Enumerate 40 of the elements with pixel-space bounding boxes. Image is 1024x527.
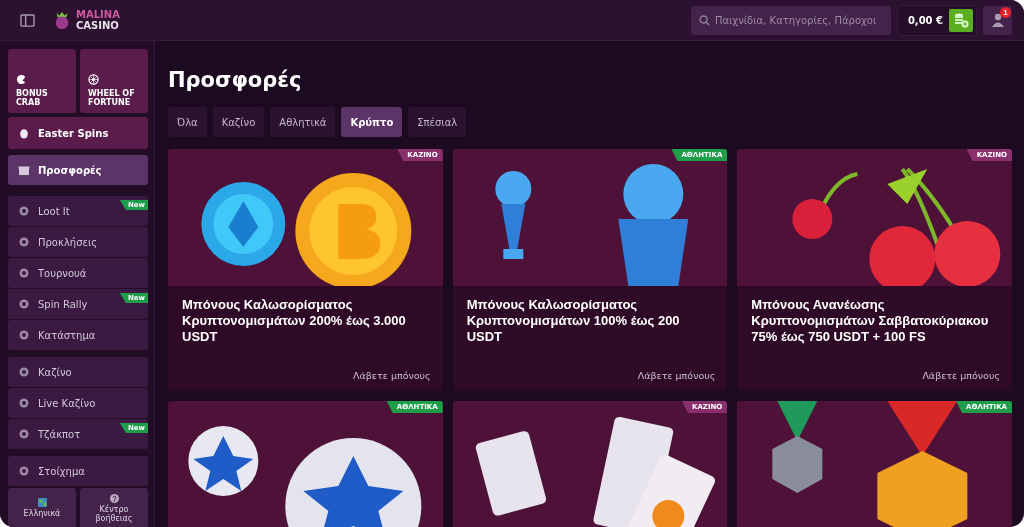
promo-tile[interactable]: WHEEL OF FORTUNE bbox=[80, 49, 148, 113]
notification-badge: 1 bbox=[1000, 6, 1011, 18]
deposit-button[interactable] bbox=[949, 8, 973, 32]
gift-icon bbox=[18, 164, 30, 176]
balance-amount: 0,00 € bbox=[907, 14, 943, 26]
sidebar-item[interactable]: Προσφορές bbox=[8, 155, 148, 185]
logo-text: CASINO bbox=[76, 20, 120, 31]
raspberry-logo-icon bbox=[53, 10, 71, 30]
sidebar-item[interactable]: Τουρνουά bbox=[8, 258, 148, 288]
profile-button[interactable]: 1 bbox=[983, 5, 1012, 35]
help-icon bbox=[109, 493, 119, 503]
sidebar-item[interactable]: Στοίχημα bbox=[8, 456, 148, 486]
sidebar-item[interactable]: Καζίνο bbox=[8, 357, 148, 387]
wheel-icon bbox=[88, 74, 99, 85]
filter-tab[interactable]: Κρύπτο bbox=[341, 107, 403, 137]
sidebar-toggle-icon[interactable] bbox=[20, 13, 35, 27]
filter-tab[interactable]: Καζίνο bbox=[212, 107, 265, 137]
filter-tab[interactable]: Αθλητικά bbox=[270, 107, 336, 137]
sidebar-tile[interactable]: Κέντρο βοήθειας bbox=[80, 488, 148, 527]
user-icon bbox=[989, 12, 1006, 28]
get-bonus-link[interactable]: Λάβετε μπόνους bbox=[353, 370, 431, 381]
logo-text: MALINA bbox=[76, 9, 120, 20]
sidebar-item[interactable]: Προκλήσεις bbox=[8, 227, 148, 257]
get-bonus-link[interactable]: Λάβετε μπόνους bbox=[637, 370, 716, 381]
sidebar-item[interactable]: Live Καζίνο bbox=[8, 388, 148, 418]
search-field[interactable]: Παιχνίδια, Κατηγορίες, Πάροχοι bbox=[690, 5, 891, 35]
sidebar-item[interactable]: Κατάστημα bbox=[8, 320, 148, 350]
sidebar-tile[interactable]: Ελληνικά bbox=[8, 488, 76, 527]
easter-spins-item[interactable]: Easter Spins bbox=[8, 117, 148, 149]
filter-tab[interactable]: Όλα bbox=[168, 107, 207, 137]
promo-tile[interactable]: BONUS CRAB bbox=[8, 49, 76, 113]
offer-title: Μπόνους Καλωσορίσματος Κρυπτονομισμάτων 200% έως 3.000 USDT bbox=[182, 297, 407, 346]
offer-title: Μπόνους Ανανέωσης Κρυπτονομισμάτων Σαββατοκύριακου 75% έως 750 USDT + 100 FS bbox=[751, 297, 990, 346]
egg-icon bbox=[18, 127, 30, 139]
get-bonus-link[interactable]: Λάβετε μπόνους bbox=[922, 370, 1000, 381]
page-title: Προσφορές bbox=[168, 67, 303, 93]
coins-plus-icon bbox=[953, 12, 969, 28]
offer-title: Μπόνους Καλωσορίσματος Κρυπτονομισμάτων 100% έως 200 USDT bbox=[466, 297, 681, 346]
filter-tab[interactable]: Σπέσιαλ bbox=[408, 107, 467, 137]
globe-map-icon bbox=[37, 498, 47, 507]
